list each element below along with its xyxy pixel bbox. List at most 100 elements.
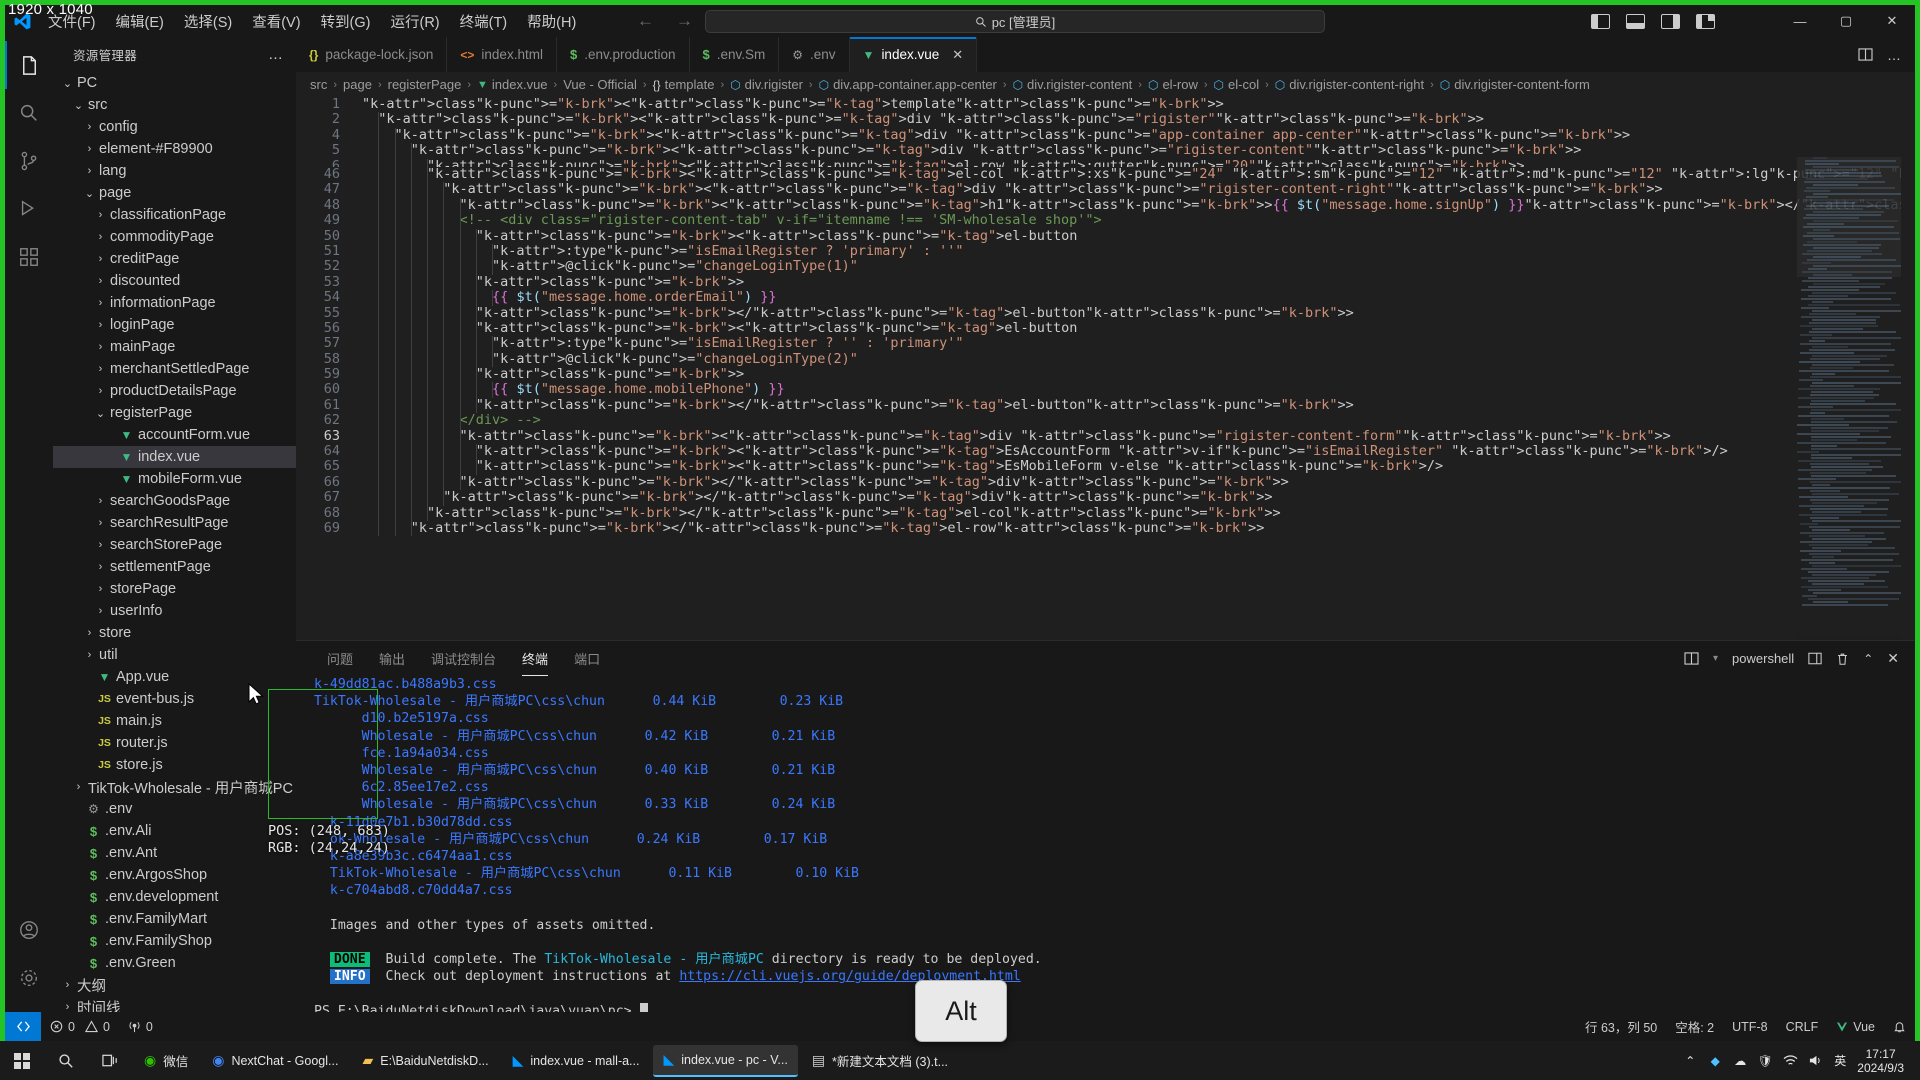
activity-explorer[interactable] (5, 41, 53, 89)
activity-settings[interactable] (5, 954, 53, 1002)
editor-tab[interactable]: {} package-lock.json (296, 37, 448, 72)
tree-folder[interactable]: › mainPage (53, 336, 296, 358)
taskbar-items[interactable]: ◉ 微信 ◉ NextChat - Googl... ▰ E:\BaiduNetdiskD… (132, 1044, 960, 1077)
editor-more-actions[interactable]: … (1887, 47, 1901, 63)
tree-file[interactable]: ▼ index.vue (53, 446, 296, 468)
chevron-right-icon[interactable]: › (83, 649, 96, 661)
breadcrumb-item[interactable]: page (341, 77, 374, 92)
split-panel-icon[interactable] (1684, 652, 1699, 665)
chevron-right-icon[interactable]: › (94, 253, 107, 265)
chevron-right-icon[interactable]: › (83, 143, 96, 155)
chevron-right-icon[interactable]: › (94, 297, 107, 309)
tree-folder[interactable]: › informationPage (53, 292, 296, 314)
tree-folder[interactable]: › merchantSettledPage (53, 358, 296, 380)
command-center[interactable]: pc [管理员] (705, 10, 1325, 33)
chevron-right-icon[interactable]: › (61, 1001, 74, 1012)
tree-folder[interactable]: › productDetailsPage (53, 380, 296, 402)
chevron-right-icon[interactable]: › (83, 121, 96, 133)
tree-folder[interactable]: › config (53, 116, 296, 138)
shield-icon[interactable]: 🛡 (1757, 1053, 1773, 1069)
tree-file[interactable]: $ .env.FamilyShop (53, 930, 296, 952)
wifi-icon[interactable] (1782, 1053, 1798, 1069)
breadcrumb-item[interactable]: ⬡ div.rigister-content-form (1438, 77, 1592, 92)
maximize-button[interactable]: ▢ (1823, 5, 1869, 37)
tab-close-icon[interactable]: ✕ (952, 47, 963, 63)
panel-tab[interactable]: 问题 (314, 641, 366, 676)
panel-tab[interactable]: 端口 (561, 641, 613, 676)
tree-folder[interactable]: ⌄ PC (53, 72, 296, 94)
chevron-right-icon[interactable]: › (61, 979, 74, 991)
file-tree[interactable]: ⌄ PC ⌄ src › config › element-#F89900 › lang ⌄ page… (53, 72, 296, 1012)
panel-tab[interactable]: 调试控制台 (418, 641, 509, 676)
tree-file[interactable]: JS main.js (53, 710, 296, 732)
tree-folder[interactable]: ⌄ registerPage (53, 402, 296, 424)
taskbar-item[interactable]: ▰ E:\BaiduNetdiskD... (352, 1045, 498, 1077)
tree-folder[interactable]: › element-#F89900 (53, 138, 296, 160)
chevron-down-icon[interactable]: ▾ (1713, 653, 1718, 664)
remote-indicator[interactable] (5, 1012, 41, 1041)
chevron-right-icon[interactable]: › (94, 209, 107, 221)
tree-folder[interactable]: › loginPage (53, 314, 296, 336)
breadcrumb-item[interactable]: ▼ index.vue (475, 77, 550, 92)
tree-folder[interactable]: › settlementPage (53, 556, 296, 578)
tree-folder[interactable]: › TikTok-Wholesale - 用户商城PC (53, 776, 296, 798)
status-eol[interactable]: CRLF (1777, 1012, 1828, 1041)
breadcrumb-item[interactable]: {} template (651, 77, 717, 92)
chevron-right-icon[interactable]: › (94, 275, 107, 287)
breadcrumb[interactable]: src › page › registerPage › ▼ index.vue › Vue - O… (296, 72, 1915, 97)
breadcrumb-item[interactable]: registerPage (386, 77, 464, 92)
chevron-right-icon[interactable]: › (94, 385, 107, 397)
ime-indicator[interactable]: 英 (1832, 1053, 1848, 1069)
tree-file[interactable]: $ .env.Ant (53, 842, 296, 864)
tree-folder[interactable]: › searchGoodsPage (53, 490, 296, 512)
chevron-down-icon[interactable]: ⌄ (72, 99, 85, 112)
editor-tab[interactable]: ▼ index.vue ✕ (849, 37, 978, 72)
chevron-down-icon[interactable]: ⌄ (94, 407, 107, 420)
tree-folder[interactable]: › searchResultPage (53, 512, 296, 534)
menu-help[interactable]: 帮助(H) (518, 8, 585, 35)
panel-tab[interactable]: 输出 (366, 641, 418, 676)
editor-tab[interactable]: $ .env.Sm (689, 37, 780, 72)
breadcrumb-item[interactable]: ⬡ div.app-container.app-center (817, 77, 999, 92)
minimize-button[interactable]: — (1777, 5, 1823, 37)
tree-folder[interactable]: › lang (53, 160, 296, 182)
tree-file[interactable]: $ .env.Ali (53, 820, 296, 842)
breadcrumb-item[interactable]: ⬡ div.rigister-content-right (1273, 77, 1426, 92)
chevron-right-icon[interactable]: › (72, 781, 85, 793)
tree-folder[interactable]: › commodityPage (53, 226, 296, 248)
tree-file[interactable]: JS router.js (53, 732, 296, 754)
chevron-right-icon[interactable]: › (83, 165, 96, 177)
task-view-button[interactable] (88, 1041, 132, 1080)
up-chevron-icon[interactable]: ⌃ (1682, 1053, 1698, 1069)
tree-folder[interactable]: › util (53, 644, 296, 666)
breadcrumb-item[interactable]: ⬡ el-row (1146, 77, 1200, 92)
activity-source-control[interactable] (5, 137, 53, 185)
breadcrumb-item[interactable]: Vue - Official (561, 77, 639, 92)
editor-tabs[interactable]: {} package-lock.json <> index.html $ .env.pro… (296, 37, 1915, 72)
chevron-down-icon[interactable]: ⌄ (61, 77, 74, 90)
tree-file[interactable]: $ .env.ArgosShop (53, 864, 296, 886)
toggle-secondary-sidebar-icon[interactable] (1661, 13, 1680, 29)
tree-file[interactable]: ▼ accountForm.vue (53, 424, 296, 446)
chevron-right-icon[interactable]: › (94, 363, 107, 375)
taskbar-search-button[interactable] (44, 1041, 88, 1080)
activity-extensions[interactable] (5, 233, 53, 281)
tree-file[interactable]: JS store.js (53, 754, 296, 776)
cloud-icon[interactable]: ☁ (1732, 1053, 1748, 1069)
arrow-right-icon[interactable]: → (676, 11, 693, 31)
status-indentation[interactable]: 空格: 2 (1666, 1012, 1723, 1041)
panel-tab[interactable]: 终端 (509, 641, 561, 676)
status-language-mode[interactable]: Vue (1827, 1012, 1884, 1041)
tree-file[interactable]: $ .env.Green (53, 952, 296, 974)
taskbar-clock[interactable]: 17:17 2024/9/3 (1857, 1047, 1910, 1075)
terminal-output[interactable]: k-49dd81ac.b488a9b3.css TikTok-Wholesale… (296, 676, 1915, 1012)
tree-folder[interactable]: › classificationPage (53, 204, 296, 226)
chevron-down-icon[interactable]: ⌄ (83, 187, 96, 200)
chevron-right-icon[interactable]: › (94, 583, 107, 595)
tree-file[interactable]: ▼ mobileForm.vue (53, 468, 296, 490)
status-line-col[interactable]: 行 63，列 50 (1576, 1012, 1666, 1041)
taskbar-item[interactable]: ◣ index.vue - pc - V... (653, 1044, 798, 1077)
toggle-primary-sidebar-icon[interactable] (1591, 13, 1610, 29)
status-notifications[interactable] (1884, 1012, 1915, 1041)
breadcrumb-item[interactable]: ⬡ div.rigister-content (1011, 77, 1135, 92)
